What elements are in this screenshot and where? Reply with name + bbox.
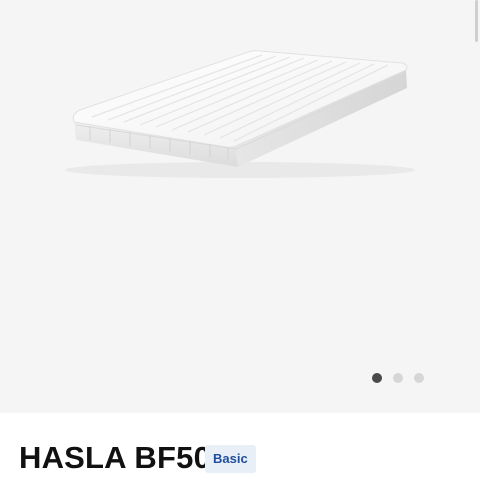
product-title: HASLA BF50: [19, 440, 212, 475]
carousel-dot-2[interactable]: [393, 373, 403, 383]
product-image-gallery[interactable]: [0, 0, 480, 413]
carousel-dot-1[interactable]: [372, 373, 382, 383]
mattress-image: [65, 50, 415, 178]
product-info: HASLA BF50 Basic: [0, 413, 480, 480]
scrollbar[interactable]: [475, 0, 478, 42]
carousel-dots: [372, 373, 424, 383]
product-page: HASLA BF50 Basic: [0, 0, 480, 480]
product-badge: Basic: [205, 445, 256, 473]
carousel-dot-3[interactable]: [414, 373, 424, 383]
